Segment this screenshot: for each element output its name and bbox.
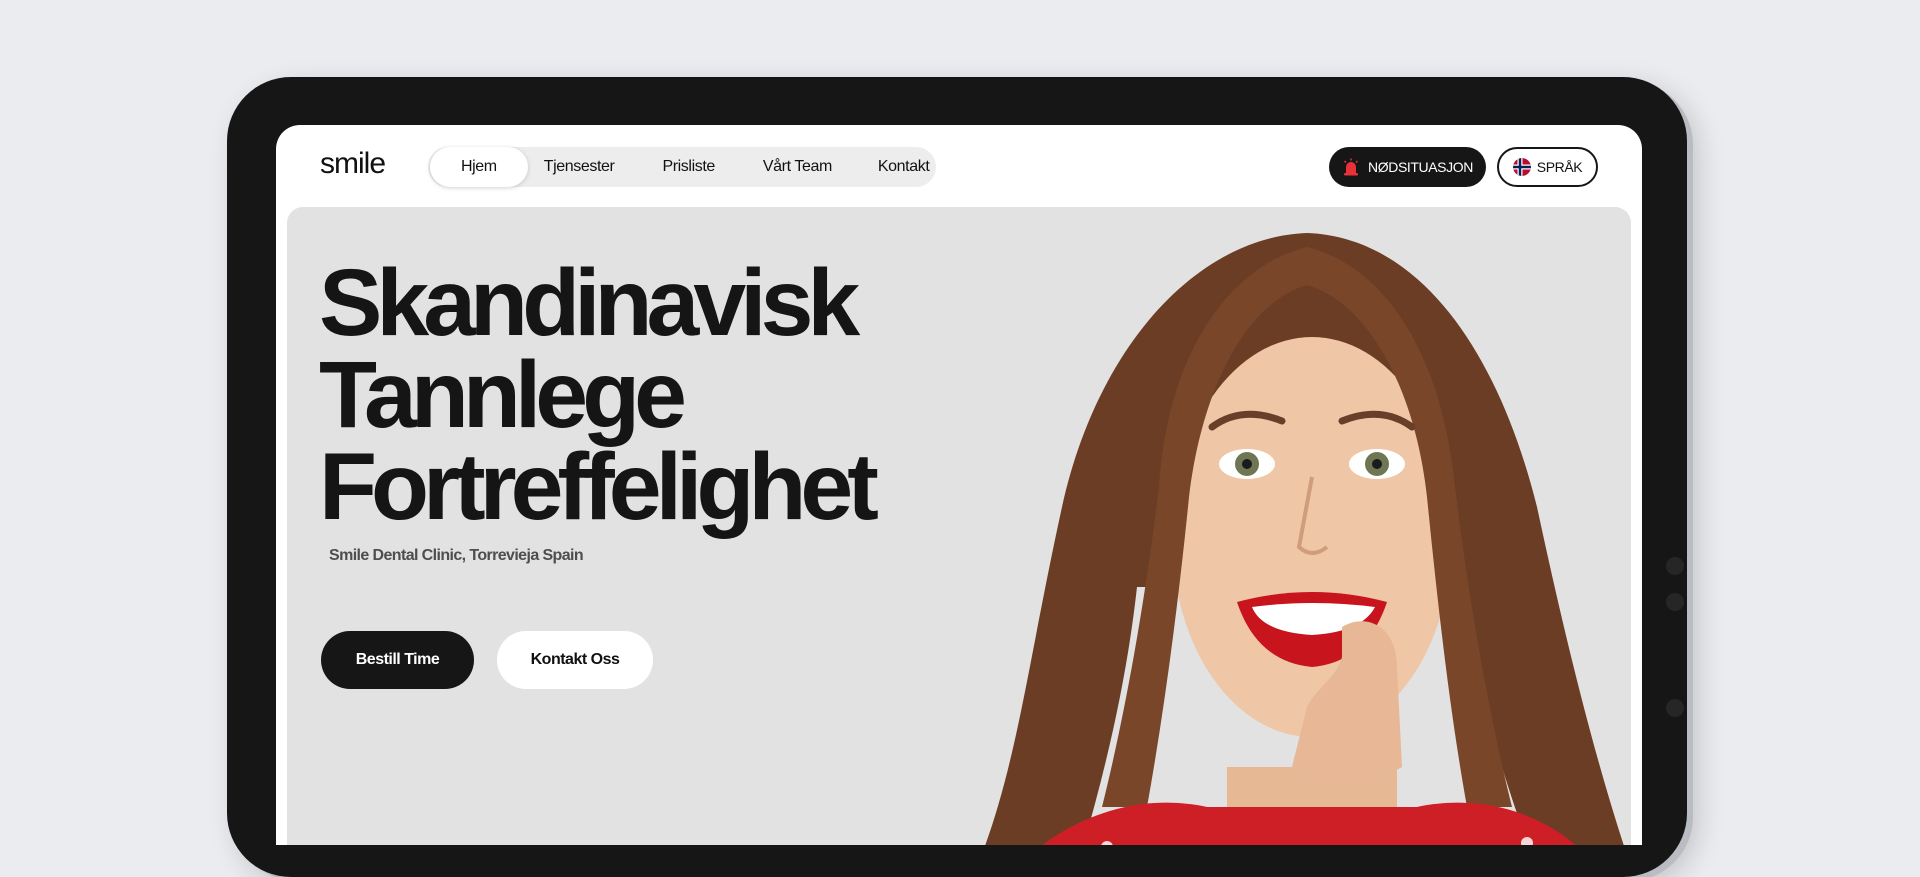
headline-line: Tannlege: [319, 342, 687, 448]
hero-headline: Skandinavisk Tannlege Fortreffelighet: [319, 250, 879, 540]
language-button[interactable]: SPRÅK: [1497, 147, 1598, 187]
nav-item-tjensester[interactable]: Tjensester: [528, 147, 639, 187]
nav-item-hjem[interactable]: Hjem: [430, 147, 528, 187]
hero-subtitle: Smile Dental Clinic, Torrevieja Spain: [329, 547, 584, 564]
headline-line: Skandinavisk: [319, 250, 860, 356]
nav-item-kontakt[interactable]: Kontakt: [856, 147, 951, 187]
side-camera-dot: [1666, 593, 1684, 611]
nav-item-prisliste[interactable]: Prisliste: [638, 147, 738, 187]
emergency-label: NØDSITUASJON: [1368, 159, 1473, 175]
siren-icon: [1344, 158, 1359, 176]
book-appointment-button[interactable]: Bestill Time: [321, 631, 474, 689]
language-label: SPRÅK: [1536, 159, 1583, 175]
contact-us-button[interactable]: Kontakt Oss: [497, 631, 653, 689]
headline-line: Fortreffelighet: [319, 434, 879, 540]
tablet-screen: smile Hjem Tjensester Prisliste Vårt Tea…: [276, 125, 1642, 845]
hero-portrait-image: [985, 233, 1624, 845]
hero-section: Skandinavisk Tannlege Fortreffelighet Sm…: [287, 207, 1631, 845]
side-camera-dot: [1666, 557, 1684, 575]
logo[interactable]: smile: [320, 147, 386, 181]
emergency-button[interactable]: NØDSITUASJON: [1329, 147, 1486, 187]
nav-item-vart-team[interactable]: Vårt Team: [739, 147, 856, 187]
norway-flag-icon: [1512, 158, 1531, 176]
main-nav: Hjem Tjensester Prisliste Vårt Team Kont…: [428, 147, 936, 187]
side-camera-dot: [1666, 699, 1684, 717]
